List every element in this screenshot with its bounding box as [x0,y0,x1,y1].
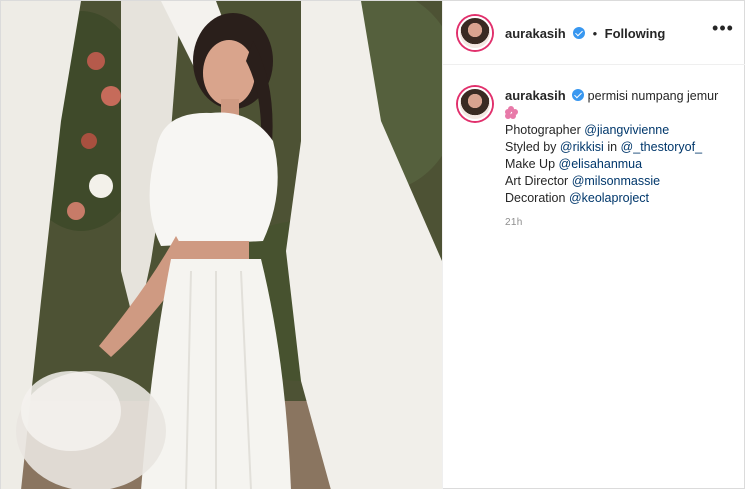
verified-badge-icon [572,89,585,101]
credit-connector: in [607,140,618,154]
post-side-panel: aurakasih • Following ••• aurakasih perm… [442,1,745,489]
following-button[interactable]: Following [605,26,666,41]
caption-body: aurakasih permisi numpang jemur Photogra… [505,87,741,207]
caption-credit-line: Styled by @rikkisi in @_thestoryof_ [505,139,741,156]
mention-link[interactable]: @milsonmassie [572,174,660,188]
post-header: aurakasih • Following ••• [443,1,745,65]
mention-link[interactable]: @rikkisi [560,140,604,154]
credit-label: Photographer [505,123,581,137]
photo-illustration [1,1,442,489]
more-options-icon[interactable]: ••• [711,19,735,41]
caption-credit-line: Photographer @jiangvivienne [505,122,741,139]
post-photo[interactable] [1,1,442,489]
caption-credit-line: Art Director @milsonmassie [505,173,741,190]
caption-avatar[interactable] [458,87,492,121]
separator-dot: • [592,26,598,41]
credit-label: Styled by [505,140,557,154]
caption-text: permisi numpang jemur [587,89,719,103]
credit-label: Make Up [505,157,556,171]
username-link[interactable]: aurakasih [505,26,566,41]
instagram-post: aurakasih • Following ••• aurakasih perm… [0,0,745,489]
caption-username-link[interactable]: aurakasih [505,88,566,103]
caption-credit-line: Decoration @keolaproject [505,190,741,207]
mention-link[interactable]: @elisahanmua [559,157,643,171]
mention-link[interactable]: @_thestoryof_ [621,140,702,154]
header-user-row: aurakasih • Following [505,25,665,43]
avatar[interactable] [458,16,492,50]
credit-label: Art Director [505,174,569,188]
mention-link[interactable]: @jiangvivienne [584,123,669,137]
credit-label: Decoration [505,191,566,205]
verified-badge-icon [573,27,586,39]
post-timestamp[interactable]: 21h [505,217,523,228]
flower-emoji-icon [505,106,518,119]
mention-link[interactable]: @keolaproject [569,191,649,205]
caption-credit-line: Make Up @elisahanmua [505,156,741,173]
